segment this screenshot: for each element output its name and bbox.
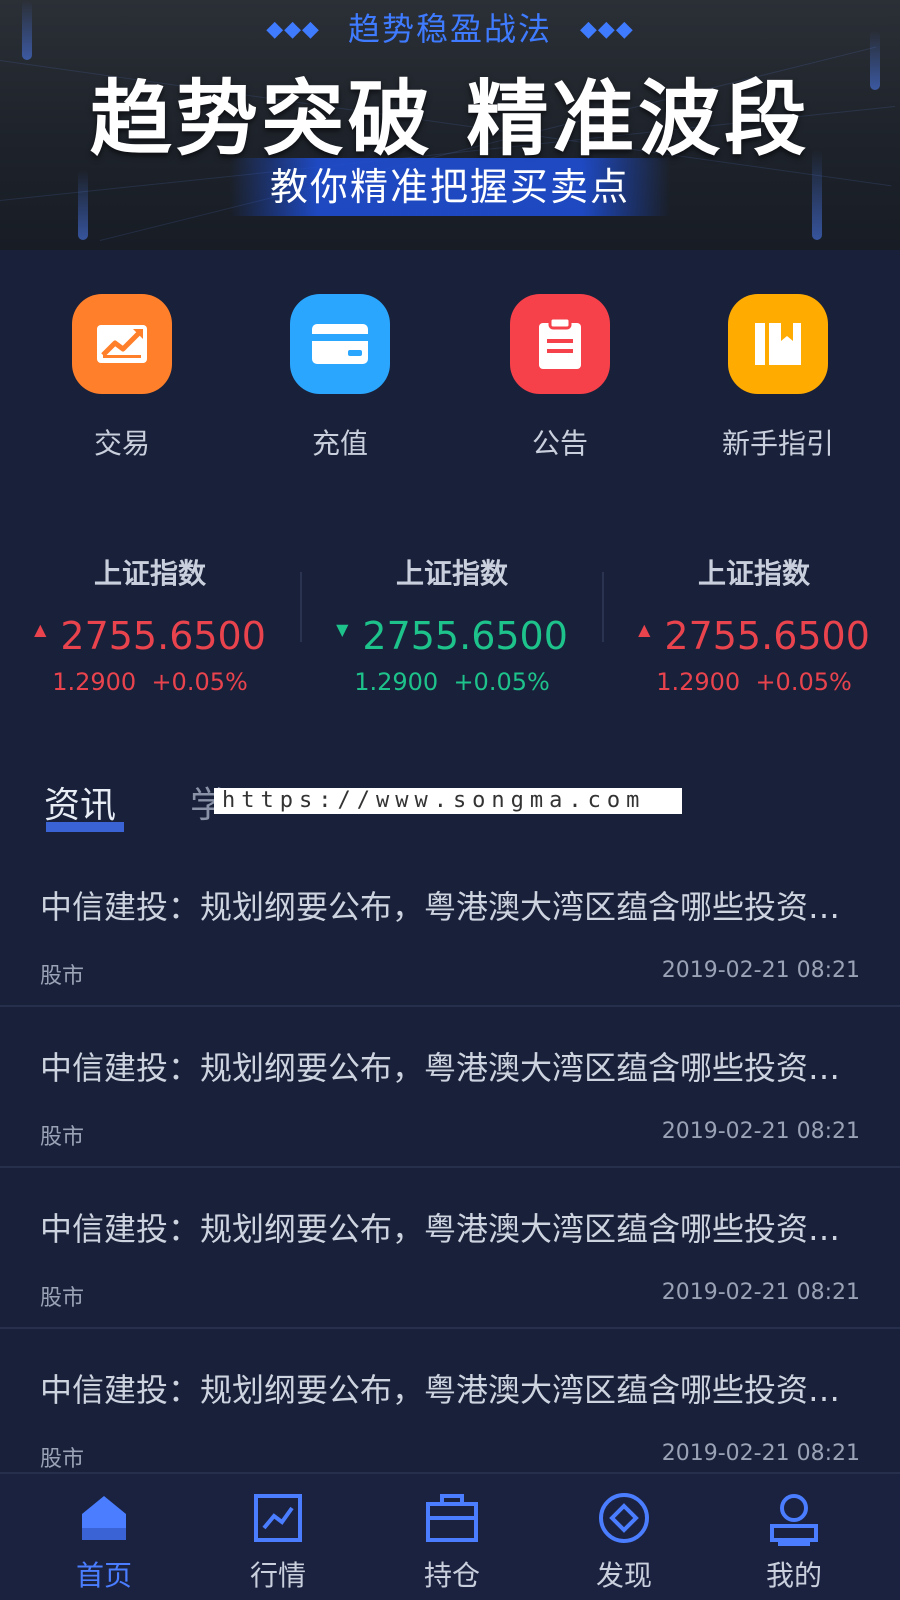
- index-name: 上证指数: [697, 557, 810, 590]
- nav-label: 持仓: [423, 1559, 480, 1592]
- news-category: 股市: [40, 1447, 85, 1472]
- news-title: 中信建投：规划纲要公布，粤港澳大湾区蕴含哪些投资…: [40, 1371, 841, 1409]
- news-time: 2019-02-21 08:21: [661, 1280, 860, 1305]
- news-title: 中信建投：规划纲要公布，粤港澳大湾区蕴含哪些投资…: [40, 1210, 841, 1248]
- book-icon: [728, 294, 828, 394]
- index-name: 上证指数: [395, 557, 508, 590]
- bottom-nav: 首页 行情 持仓 发现 我的: [0, 1472, 900, 1600]
- compass-icon: [594, 1488, 654, 1548]
- quick-item-announcement[interactable]: 公告: [480, 294, 640, 462]
- news-category: 股市: [40, 964, 85, 989]
- news-time: 2019-02-21 08:21: [661, 1119, 860, 1144]
- index-change-row: 1.2900 +0.05%: [0, 668, 300, 696]
- banner-light-pillar: [78, 170, 88, 240]
- quick-item-recharge[interactable]: 充值: [260, 294, 420, 462]
- index-name: 上证指数: [93, 557, 206, 590]
- nav-home[interactable]: 首页: [44, 1488, 164, 1594]
- quick-item-trade[interactable]: 交易: [42, 294, 202, 462]
- tab-news[interactable]: 资讯: [44, 776, 124, 832]
- index-value-row: ▲ 2755.6500: [604, 614, 900, 658]
- nav-label: 首页: [75, 1559, 132, 1592]
- nav-market[interactable]: 行情: [218, 1488, 338, 1594]
- index-card[interactable]: 上证指数 ▲ 2755.6500 1.2900 +0.05%: [604, 552, 900, 696]
- banner-dots-right: ◆◆◆: [580, 17, 634, 42]
- index-percent: +0.05%: [453, 668, 550, 696]
- news-list: 中信建投：规划纲要公布，粤港澳大湾区蕴含哪些投资… 股市 2019-02-21 …: [0, 846, 900, 1490]
- up-arrow-icon: ▲: [638, 620, 651, 639]
- watermark-overlay: https://www.songma.com: [214, 788, 682, 814]
- banner-title: 趋势突破 精准波段: [89, 72, 811, 167]
- nav-profile[interactable]: 我的: [734, 1488, 854, 1594]
- nav-label: 行情: [249, 1559, 306, 1592]
- news-title: 中信建投：规划纲要公布，粤港澳大湾区蕴含哪些投资…: [40, 1049, 841, 1087]
- nav-label: 发现: [595, 1559, 652, 1592]
- card-icon: [290, 294, 390, 394]
- index-percent: +0.05%: [755, 668, 852, 696]
- news-time: 2019-02-21 08:21: [661, 958, 860, 983]
- index-change-row: 1.2900 +0.05%: [302, 668, 602, 696]
- quick-item-label: 充值: [311, 427, 368, 460]
- index-value: 2755.6500: [362, 614, 568, 658]
- news-category: 股市: [40, 1125, 85, 1150]
- chart-icon: [248, 1488, 308, 1548]
- quick-item-label: 新手指引: [721, 427, 834, 460]
- clipboard-icon: [510, 294, 610, 394]
- nav-label: 我的: [765, 1559, 822, 1592]
- trend-chart-icon: [72, 294, 172, 394]
- banner-tagline: 教你精准把握买卖点: [230, 158, 670, 216]
- index-change-row: 1.2900 +0.05%: [604, 668, 900, 696]
- market-indices: 上证指数 ▲ 2755.6500 1.2900 +0.05% 上证指数 ▼ 2755…: [0, 516, 900, 716]
- index-card[interactable]: 上证指数 ▼ 2755.6500 1.2900 +0.05%: [302, 552, 602, 696]
- index-change: 1.2900: [656, 668, 741, 696]
- index-value-row: ▼ 2755.6500: [302, 614, 602, 658]
- index-card[interactable]: 上证指数 ▲ 2755.6500 1.2900 +0.05%: [0, 552, 300, 696]
- banner-subtitle-text: 趋势稳盈战法: [347, 10, 552, 48]
- news-category: 股市: [40, 1286, 85, 1311]
- quick-item-label: 交易: [93, 427, 150, 460]
- user-icon: [764, 1488, 824, 1548]
- news-item[interactable]: 中信建投：规划纲要公布，粤港澳大湾区蕴含哪些投资… 股市 2019-02-21 …: [0, 1007, 900, 1168]
- quick-item-label: 公告: [531, 427, 588, 460]
- news-time: 2019-02-21 08:21: [661, 1441, 860, 1466]
- news-item[interactable]: 中信建投：规划纲要公布，粤港澳大湾区蕴含哪些投资… 股市 2019-02-21 …: [0, 1168, 900, 1329]
- up-arrow-icon: ▲: [34, 620, 47, 639]
- quick-item-guide[interactable]: 新手指引: [698, 294, 858, 462]
- index-value: 2755.6500: [664, 614, 870, 658]
- home-icon: [74, 1488, 134, 1548]
- news-item[interactable]: 中信建投：规划纲要公布，粤港澳大湾区蕴含哪些投资… 股市 2019-02-21 …: [0, 1329, 900, 1490]
- banner-dots-left: ◆◆◆: [266, 17, 320, 42]
- index-change: 1.2900: [52, 668, 137, 696]
- news-title: 中信建投：规划纲要公布，粤港澳大湾区蕴含哪些投资…: [40, 888, 841, 926]
- quick-menu: 交易 充值 公告 新手指引: [0, 250, 900, 502]
- index-change: 1.2900: [354, 668, 439, 696]
- news-item[interactable]: 中信建投：规划纲要公布，粤港澳大湾区蕴含哪些投资… 股市 2019-02-21 …: [0, 846, 900, 1007]
- nav-discover[interactable]: 发现: [564, 1488, 684, 1594]
- index-value: 2755.6500: [60, 614, 266, 658]
- tab-news-label: 资讯: [44, 785, 117, 826]
- promo-banner[interactable]: ◆◆◆ 趋势稳盈战法 ◆◆◆ 趋势突破 精准波段 教你精准把握买卖点: [0, 0, 900, 250]
- down-arrow-icon: ▼: [336, 620, 349, 639]
- index-value-row: ▲ 2755.6500: [0, 614, 300, 658]
- index-percent: +0.05%: [151, 668, 248, 696]
- nav-positions[interactable]: 持仓: [392, 1488, 512, 1594]
- banner-subtitle: ◆◆◆ 趋势稳盈战法 ◆◆◆: [0, 4, 900, 50]
- briefcase-icon: [422, 1488, 482, 1548]
